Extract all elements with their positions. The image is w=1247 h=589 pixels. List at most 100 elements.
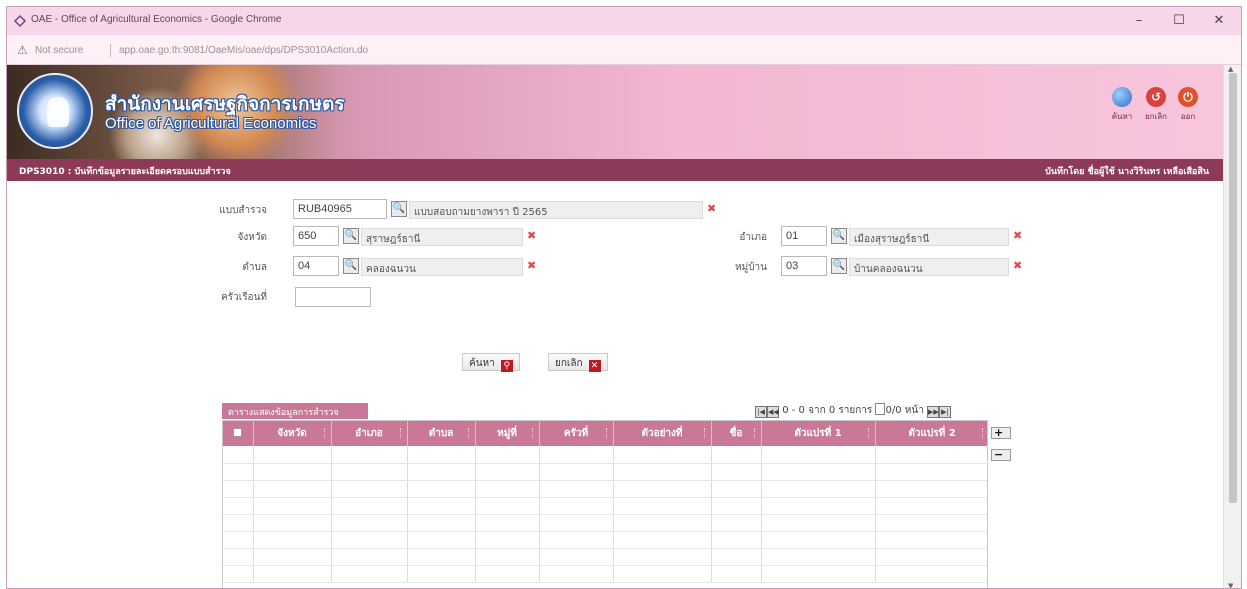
survey-code-input[interactable] <box>293 199 387 219</box>
column-header[interactable]: ครัวที่ <box>539 421 614 446</box>
top-cancel-button[interactable]: ↺ ยกเลิก <box>1141 87 1171 123</box>
address-bar[interactable]: ⚠ Not secure app.oae.go.th:9081/OaeMis/o… <box>7 35 1241 65</box>
table-cell <box>875 497 987 515</box>
table-row[interactable] <box>223 548 987 566</box>
table-cell <box>407 531 476 549</box>
table-cell <box>711 548 762 566</box>
select-all-checkbox[interactable] <box>233 427 243 437</box>
subdistrict-clear-icon[interactable]: ✖ <box>527 259 536 272</box>
province-lookup-icon[interactable]: 🔍 <box>343 228 359 244</box>
district-code-input[interactable] <box>781 226 827 246</box>
close-button[interactable]: ✕ <box>1199 10 1239 32</box>
table-cell <box>475 497 540 515</box>
security-label[interactable]: Not secure <box>35 45 83 56</box>
top-exit-button[interactable]: ⏻ ออก <box>1173 87 1203 123</box>
column-header[interactable]: ตัวแปรที่ 2 <box>875 421 987 446</box>
province-clear-icon[interactable]: ✖ <box>527 229 536 242</box>
search-button[interactable]: ค้นหา ⚲ <box>462 353 520 372</box>
page-input[interactable] <box>875 403 886 415</box>
table-cell <box>253 463 332 481</box>
subdistrict-label: ตำบล <box>242 262 267 273</box>
next-page-icon[interactable]: ▶▶ <box>927 406 939 418</box>
table-cell <box>475 480 540 498</box>
survey-lookup-icon[interactable]: 🔍 <box>391 201 407 217</box>
table-row[interactable] <box>223 463 987 481</box>
table-row[interactable] <box>223 497 987 515</box>
village-lookup-icon[interactable]: 🔍 <box>831 258 847 274</box>
column-header[interactable]: จังหวัด <box>253 421 332 446</box>
subdistrict-name-field: คลองฉนวน <box>361 258 523 276</box>
district-lookup-icon[interactable]: 🔍 <box>831 228 847 244</box>
table-cell <box>253 548 332 566</box>
table-row[interactable] <box>223 480 987 498</box>
column-header[interactable]: หมู่ที่ <box>475 421 540 446</box>
district-clear-icon[interactable]: ✖ <box>1013 229 1022 242</box>
table-row[interactable] <box>223 514 987 532</box>
cancel-button[interactable]: ยกเลิก ✕ <box>548 353 608 372</box>
first-page-icon[interactable]: |◀ <box>755 406 767 418</box>
table-cell <box>331 548 408 566</box>
scroll-up-icon[interactable]: ▲ <box>1228 65 1233 73</box>
table-cell <box>875 446 987 464</box>
scroll-down-icon[interactable]: ▼ <box>1228 582 1233 588</box>
column-header[interactable]: ตัวแปรที่ 1 <box>761 421 876 446</box>
table-cell <box>711 497 762 515</box>
village-clear-icon[interactable]: ✖ <box>1013 259 1022 272</box>
table-row[interactable] <box>223 565 987 583</box>
pager-start: 0 <box>782 405 789 416</box>
remove-row-button[interactable]: − <box>991 449 1011 461</box>
address-divider <box>110 44 111 57</box>
table-cell <box>223 497 254 515</box>
district-name-field: เมืองสุราษฎร์ธานี <box>849 228 1009 246</box>
search-icon: ⚲ <box>500 360 513 372</box>
table-cell <box>475 531 540 549</box>
table-cell <box>407 446 476 464</box>
table-cell <box>331 463 408 481</box>
column-header[interactable]: ชื่อ <box>711 421 762 446</box>
table-row[interactable] <box>223 531 987 549</box>
top-exit-label: ออก <box>1180 112 1196 121</box>
column-header[interactable]: ตำบล <box>407 421 476 446</box>
province-code-input[interactable] <box>293 226 339 246</box>
last-page-icon[interactable]: ▶| <box>939 406 951 418</box>
title-bar: OAE - Office of Agricultural Economics -… <box>7 7 1241 35</box>
minimize-button[interactable]: – <box>1119 10 1159 32</box>
select-all-cell[interactable] <box>223 421 254 446</box>
table-cell <box>761 446 876 464</box>
table-cell <box>253 565 332 583</box>
table-cell <box>407 497 476 515</box>
subdistrict-code-input[interactable] <box>293 256 339 276</box>
column-header[interactable]: อำเภอ <box>331 421 408 446</box>
table-cell <box>407 463 476 481</box>
village-code-input[interactable] <box>781 256 827 276</box>
top-search-label: ค้นหา <box>1111 112 1133 121</box>
table-cell <box>223 463 254 481</box>
top-search-button[interactable]: ค้นหา <box>1107 87 1137 123</box>
cancel-icon: ↺ <box>1146 87 1166 107</box>
url-text[interactable]: app.oae.go.th:9081/OaeMis/oae/dps/DPS301… <box>119 45 368 56</box>
table-cell <box>613 514 712 532</box>
prev-page-icon[interactable]: ◀◀ <box>767 406 779 418</box>
column-header[interactable]: ตัวอย่างที่ <box>613 421 712 446</box>
survey-clear-icon[interactable]: ✖ <box>707 202 716 215</box>
table-cell <box>539 480 614 498</box>
add-row-button[interactable]: + <box>991 427 1011 439</box>
scroll-thumb[interactable] <box>1229 73 1237 503</box>
table-cell <box>539 514 614 532</box>
table-cell <box>331 446 408 464</box>
table-cell <box>539 497 614 515</box>
table-cell <box>223 480 254 498</box>
household-input[interactable] <box>295 287 371 307</box>
subdistrict-lookup-icon[interactable]: 🔍 <box>343 258 359 274</box>
table-cell <box>223 531 254 549</box>
table-row[interactable] <box>223 446 987 464</box>
header-banner: สำนักงานเศรษฐกิจการเกษตร Office of Agric… <box>7 65 1223 159</box>
table-cell <box>475 463 540 481</box>
logged-user: บันทึกโดย ชื่อผู้ใช้ นางวิรินทร เหลือเสื… <box>1045 167 1209 177</box>
vertical-scrollbar[interactable]: ▲ ▼ <box>1223 65 1241 588</box>
warning-icon[interactable]: ⚠ <box>17 43 28 57</box>
pager-of: จาก <box>808 405 826 416</box>
pager-records: รายการ <box>838 405 873 416</box>
maximize-button[interactable]: ☐ <box>1159 10 1199 32</box>
power-icon: ⏻ <box>1178 87 1198 107</box>
